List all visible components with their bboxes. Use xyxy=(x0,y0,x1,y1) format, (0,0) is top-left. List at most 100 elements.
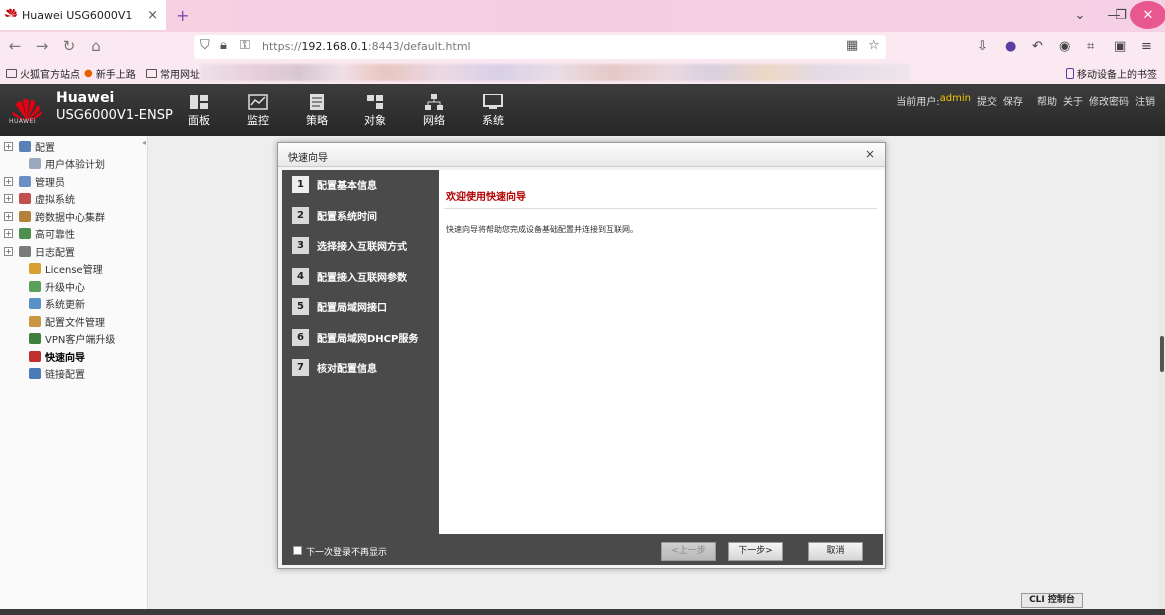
tree-item[interactable]: + 虚拟系统 xyxy=(0,191,75,207)
restore-icon[interactable]: ❐ xyxy=(1111,0,1131,30)
tree-item[interactable]: 升级中心 xyxy=(0,278,85,294)
tree-node-icon xyxy=(29,368,41,379)
bookmark-getting-started[interactable]: ● 新手上路 xyxy=(84,66,136,81)
tree-item[interactable]: 系统更新 xyxy=(0,296,85,312)
prev-button[interactable]: <上一步 xyxy=(661,542,716,561)
blurred-bookmarks xyxy=(200,64,910,81)
tab-title: Huawei USG6000V1 xyxy=(22,8,133,22)
dont-show-label[interactable]: 下一次登录不再显示 xyxy=(306,545,387,558)
current-user[interactable]: admin xyxy=(940,93,971,108)
mobile-device-icon xyxy=(1066,68,1074,79)
browser-tab[interactable]: Huawei USG6000V1 × xyxy=(0,0,166,30)
tree-node-icon xyxy=(19,193,31,204)
save-link[interactable]: 保存 xyxy=(1003,93,1023,108)
firefox-icon: ● xyxy=(84,68,93,79)
key-icon[interactable]: ⚿ xyxy=(240,38,250,53)
top-links: 当前用户: admin 提交 保存 帮助 关于 修改密码 注销 xyxy=(896,93,1155,108)
extension-circle-icon[interactable]: ◉ xyxy=(1059,39,1070,54)
tab-close-icon[interactable]: × xyxy=(147,8,158,23)
step-number: 3 xyxy=(292,237,309,254)
tree-item-label: 高可靠性 xyxy=(35,230,75,241)
dialog-title-bar: 快速向导 × xyxy=(278,143,885,167)
menu-object[interactable]: 对象 xyxy=(355,94,395,128)
tree-item[interactable]: + 配置 xyxy=(0,138,55,154)
tree-node-icon xyxy=(19,210,31,222)
menu-system[interactable]: 系统 xyxy=(473,94,513,128)
tree-item-label: 管理员 xyxy=(35,177,65,189)
object-icon xyxy=(367,95,383,109)
folder-icon xyxy=(6,69,17,78)
pocket-icon[interactable]: ⇩ xyxy=(977,39,988,54)
tree-item[interactable]: 快速向导 xyxy=(0,348,85,364)
app-header: HUAWEI Huawei USG6000V1-ENSP 面板 监控 策略 对象… xyxy=(0,84,1165,136)
reload-icon[interactable]: ↻ xyxy=(58,37,80,55)
expand-icon[interactable]: + xyxy=(4,176,13,186)
dont-show-checkbox[interactable] xyxy=(293,546,302,555)
next-button[interactable]: 下一步> xyxy=(728,542,783,561)
tab-list-icon[interactable]: ⌄ xyxy=(1063,0,1097,30)
tree-item-label: 系统更新 xyxy=(45,300,85,311)
tree-item-label: 跨数据中心集群 xyxy=(35,212,105,224)
brand-name: Huawei xyxy=(56,90,115,106)
bookmark-star-icon[interactable]: ☆ xyxy=(868,38,880,53)
logout-link[interactable]: 注销 xyxy=(1135,93,1155,108)
tree-item[interactable]: 用户体验计划 xyxy=(0,156,105,172)
url-text[interactable]: https://192.168.0.1:8443/default.html xyxy=(262,40,471,53)
expand-icon[interactable]: + xyxy=(4,229,13,238)
expand-icon[interactable]: + xyxy=(4,246,13,256)
tree-item[interactable]: License管理 xyxy=(0,261,103,277)
tree-item[interactable]: + 管理员 xyxy=(0,173,65,189)
tree-item-label: License管理 xyxy=(45,265,103,276)
menu-monitor[interactable]: 监控 xyxy=(238,94,278,128)
account-icon[interactable]: ● xyxy=(1005,39,1016,54)
expand-icon[interactable]: + xyxy=(4,141,13,151)
dialog-close-icon[interactable]: × xyxy=(865,147,875,161)
menu-policy[interactable]: 策略 xyxy=(297,94,337,128)
change-password-link[interactable]: 修改密码 xyxy=(1089,93,1129,108)
back-icon[interactable]: ← xyxy=(4,37,26,55)
dashboard-icon xyxy=(190,95,208,109)
new-tab-button[interactable]: + xyxy=(176,6,189,25)
scrollbar-thumb[interactable] xyxy=(1160,336,1164,372)
tree-item[interactable]: + 日志配置 xyxy=(0,243,75,259)
submit-link[interactable]: 提交 xyxy=(977,93,997,108)
cancel-button[interactable]: 取消 xyxy=(808,542,863,561)
container-icon[interactable]: ▣ xyxy=(1114,39,1126,54)
expand-icon[interactable]: + xyxy=(4,194,13,203)
crop-icon[interactable]: ⌗ xyxy=(1087,39,1094,54)
step-label: 核对配置信息 xyxy=(317,364,377,375)
expand-icon[interactable]: + xyxy=(4,211,13,221)
about-link[interactable]: 关于 xyxy=(1063,93,1083,108)
step-number: 6 xyxy=(292,328,309,346)
tree-item[interactable]: 配置文件管理 xyxy=(0,313,105,329)
bookmark-common-sites[interactable]: 常用网址 xyxy=(146,66,200,81)
qr-code-icon[interactable]: ▦ xyxy=(846,38,858,53)
scrollbar[interactable] xyxy=(1158,136,1165,615)
collapse-sidebar-icon[interactable]: ◂ xyxy=(142,138,146,147)
window-close-icon[interactable]: ✕ xyxy=(1130,1,1165,29)
tree-item[interactable]: 链接配置 xyxy=(0,366,85,382)
bookmark-firefox-official[interactable]: 火狐官方站点 xyxy=(6,66,80,81)
shield-icon[interactable]: ⛉ xyxy=(200,38,210,53)
undo-icon[interactable]: ↶ xyxy=(1032,39,1043,54)
tree-item[interactable]: + 跨数据中心集群 xyxy=(0,208,105,224)
tree-item[interactable]: + 高可靠性 xyxy=(0,226,75,242)
bookmark-mobile[interactable]: 移动设备上的书签 xyxy=(1066,66,1157,81)
cli-console-button[interactable]: CLI 控制台 xyxy=(1021,593,1083,608)
huawei-favicon-icon xyxy=(5,8,17,17)
tree-item-label: 配置 xyxy=(35,142,55,154)
help-link[interactable]: 帮助 xyxy=(1037,93,1057,108)
forward-icon[interactable]: → xyxy=(31,37,53,55)
url-bar[interactable]: ⛉ 🔒︎ ⚿ https://192.168.0.1:8443/default.… xyxy=(194,35,886,59)
tree-item[interactable]: VPN客户端升级 xyxy=(0,331,115,347)
home-icon[interactable]: ⌂ xyxy=(85,37,107,55)
step-number: 5 xyxy=(292,298,309,315)
menu-dashboard[interactable]: 面板 xyxy=(179,94,219,128)
tree-node-icon xyxy=(19,245,31,257)
step-label: 配置基本信息 xyxy=(317,181,377,192)
device-model: USG6000V1-ENSP xyxy=(56,108,173,123)
lock-icon[interactable]: 🔒︎ xyxy=(220,38,227,53)
menu-network[interactable]: 网络 xyxy=(414,94,454,128)
tree-node-icon xyxy=(19,228,31,239)
menu-icon[interactable]: ≡ xyxy=(1141,39,1152,54)
